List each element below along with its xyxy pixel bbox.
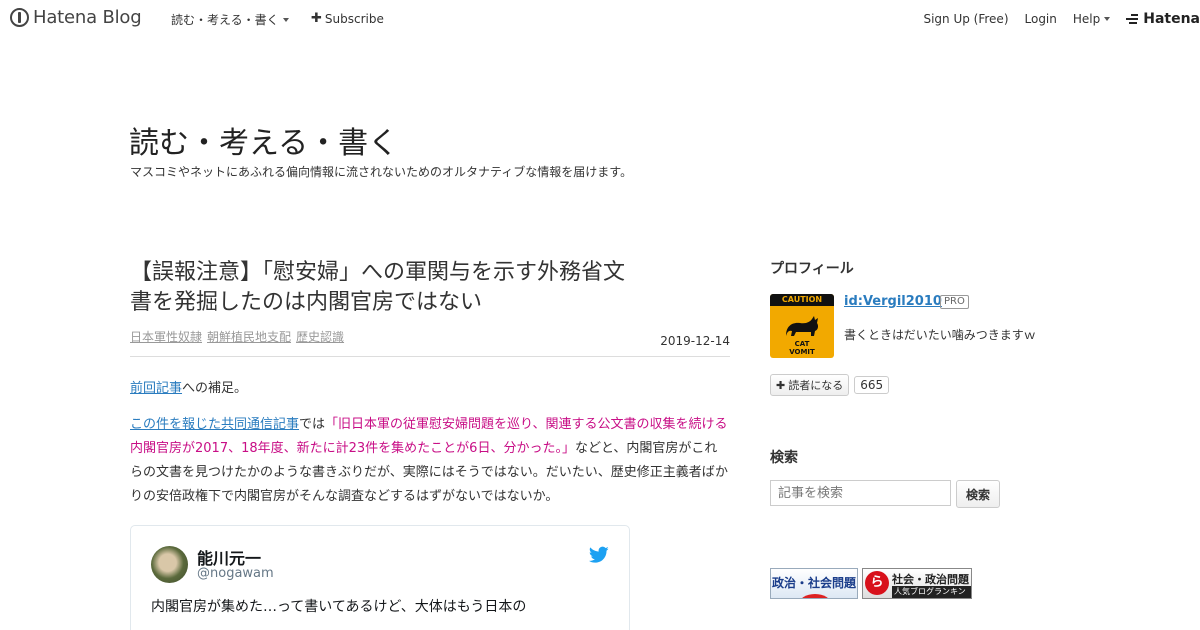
search-heading: 検索 xyxy=(770,450,798,466)
previous-article-link[interactable]: 前回記事 xyxy=(130,381,182,396)
global-header: Hatena Blog 読む・考える・書く ✚ Subscribe Sign U… xyxy=(0,0,1200,36)
subscribe-row: ✚ 読者になる 665 xyxy=(770,374,1070,396)
signup-link[interactable]: Sign Up (Free) xyxy=(923,12,1008,26)
chevron-down-icon xyxy=(1104,17,1111,21)
hatena-mark-icon xyxy=(1126,12,1140,26)
banner-label: 社会・政治問題 xyxy=(892,573,969,586)
avatar-caption: CAT VOMIT xyxy=(770,340,834,356)
banner-label: 政治・社会問題 xyxy=(771,576,856,590)
plus-icon: ✚ xyxy=(311,11,322,26)
paragraph: 前回記事への補足。 xyxy=(130,377,730,401)
subscriber-count[interactable]: 665 xyxy=(854,376,890,394)
ranking-banners: 政治・社会問題 ら 社会・政治問題 人気ブログランキング xyxy=(770,568,972,599)
blog-ranking-banner[interactable]: ら 社会・政治問題 人気ブログランキング xyxy=(862,568,972,599)
paragraph: この件を報じた共同通信記事では「旧日本軍の従軍慰安婦問題を巡り、関連する公文書の… xyxy=(130,413,730,509)
avatar-caution-text: CAUTION xyxy=(770,294,834,306)
become-reader-button[interactable]: ✚ 読者になる xyxy=(770,374,850,396)
avatar-caption-line: VOMIT xyxy=(789,348,815,356)
profile-avatar[interactable]: CAUTION CAT VOMIT xyxy=(770,294,834,358)
search-button[interactable]: 検索 xyxy=(956,480,1001,508)
search-input[interactable] xyxy=(770,480,951,506)
tweet-text: 内閣官房が集めた…って書いてあるけど、大体はもう日本の xyxy=(151,599,527,615)
search-form: 検索 xyxy=(770,480,1001,508)
entry-body: 前回記事への補足。 この件を報じた共同通信記事では「旧日本軍の従軍慰安婦問題を巡… xyxy=(130,377,730,509)
entry-meta: 日本軍性奴隷 朝鮮植民地支配 歴史認識 2019-12-14 xyxy=(130,328,730,357)
entry-categories: 日本軍性奴隷 朝鮮植民地支配 歴史認識 xyxy=(130,328,730,345)
chevron-down-icon xyxy=(282,17,289,22)
hatena-logo-text: Hatena xyxy=(1143,11,1200,27)
cat-silhouette-icon xyxy=(786,316,819,336)
politics-society-banner[interactable]: 政治・社会問題 xyxy=(770,568,858,599)
blog-title[interactable]: 読む・考える・書く xyxy=(129,118,398,162)
kyodo-article-link[interactable]: この件を報じた共同通信記事 xyxy=(130,417,299,432)
category-link[interactable]: 日本軍性奴隷 xyxy=(130,328,202,345)
category-link[interactable]: 歴史認識 xyxy=(296,328,344,345)
profile-id-link[interactable]: id:Vergil2010 xyxy=(844,294,942,309)
twitter-bird-icon[interactable] xyxy=(589,546,609,564)
sidebar: プロフィール CAUTION CAT VOMIT id:Vergil2010 P… xyxy=(770,258,1070,599)
hatena-blog-logo-icon xyxy=(10,8,29,27)
subscribe-label: Subscribe xyxy=(324,11,384,26)
hatena-blog-logo[interactable]: Hatena Blog xyxy=(10,7,142,28)
ranking-logo-icon: ら xyxy=(865,571,889,595)
become-reader-label: 読者になる xyxy=(788,379,844,392)
entry: 【誤報注意】「慰安婦」への軍関与を示す外務省文書を発掘したのは内閣官房ではない … xyxy=(130,258,730,630)
paragraph-text: では xyxy=(299,417,326,432)
login-link[interactable]: Login xyxy=(1025,12,1057,26)
profile-module: CAUTION CAT VOMIT id:Vergil2010 PRO 書くとき… xyxy=(770,294,1070,364)
hatena-blog-logo-text: Hatena Blog xyxy=(33,7,142,28)
tweet-avatar[interactable] xyxy=(151,546,188,583)
embedded-tweet[interactable]: 能川元一 @nogawam 内閣官房が集めた…って書いてあるけど、大体はもう日本… xyxy=(130,525,630,630)
global-nav-right: Sign Up (Free) Login Help Hatena xyxy=(907,11,1200,27)
help-label: Help xyxy=(1072,12,1101,26)
tweet-author-handle[interactable]: @nogawam xyxy=(197,566,274,581)
entry-date[interactable]: 2019-12-14 xyxy=(660,334,730,348)
paragraph-text: への補足。 xyxy=(182,381,248,396)
banner-sublabel: 人気ブログランキング xyxy=(892,586,971,598)
entry-title[interactable]: 【誤報注意】「慰安婦」への軍関与を示す外務省文書を発掘したのは内閣官房ではない xyxy=(130,258,630,318)
subscribe-button[interactable]: ✚ Subscribe xyxy=(311,11,384,26)
plus-icon: ✚ xyxy=(776,378,786,392)
category-link[interactable]: 朝鮮植民地支配 xyxy=(207,328,291,345)
help-dropdown[interactable]: Help xyxy=(1072,12,1111,26)
profile-description: 書くときはだいたい噛みつきますｗ xyxy=(844,328,1036,342)
profile-heading: プロフィール xyxy=(770,261,854,277)
blog-description: マスコミやネットにあふれる偏向情報に流されないためのオルタナティブな情報を届けま… xyxy=(130,165,633,179)
hatena-logo[interactable]: Hatena xyxy=(1126,11,1200,27)
avatar-caption-line: CAT xyxy=(794,340,810,348)
pro-badge[interactable]: PRO xyxy=(940,295,969,309)
blog-menu-label: 読む・考える・書く xyxy=(171,13,279,27)
banner-decoration xyxy=(799,594,831,598)
blog-menu-dropdown[interactable]: 読む・考える・書く xyxy=(171,11,289,28)
